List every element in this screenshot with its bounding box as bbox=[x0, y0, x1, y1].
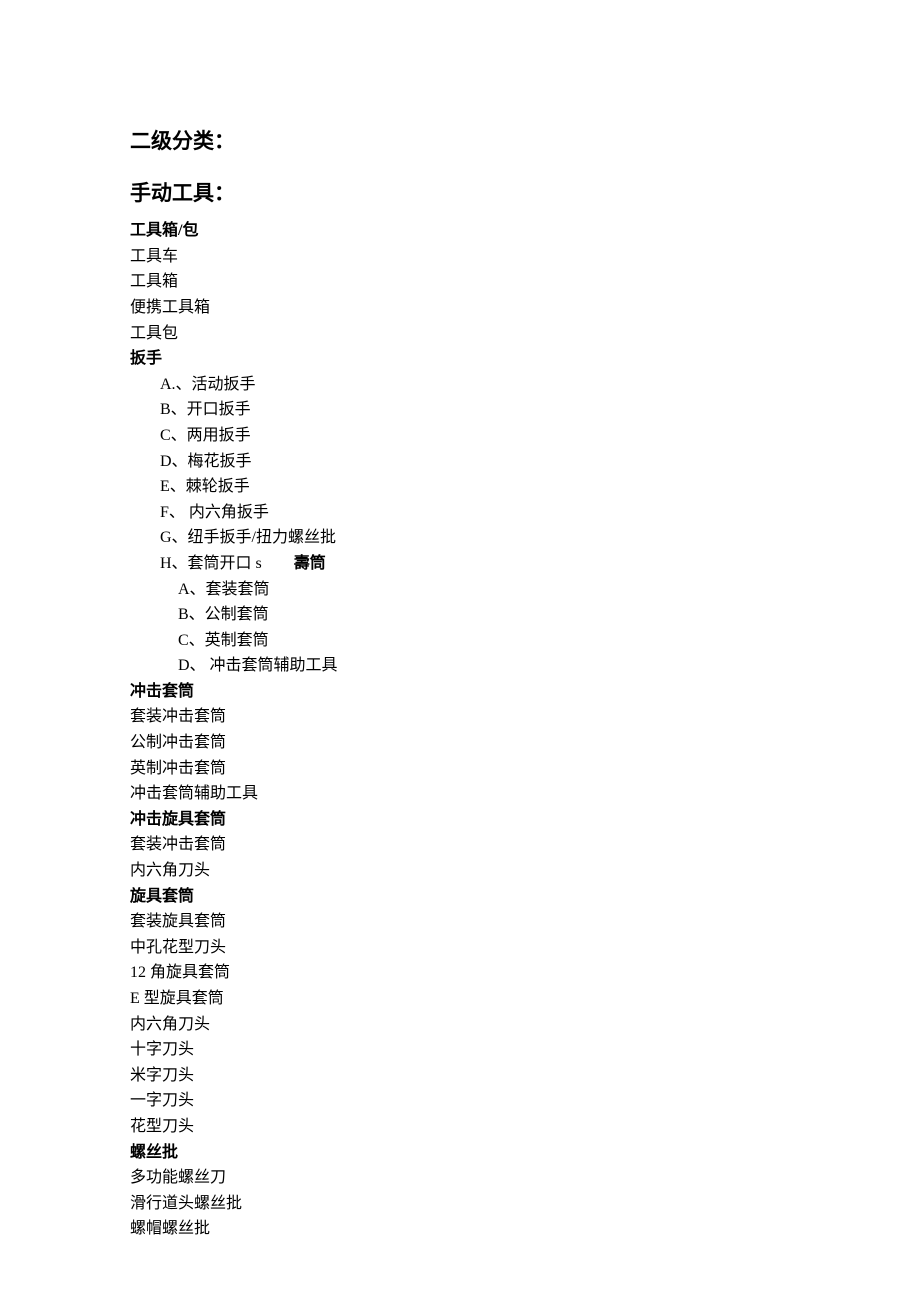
list-item: 中孔花型刀头 bbox=[130, 935, 790, 961]
list-item: 一字刀头 bbox=[130, 1088, 790, 1114]
list-item: 螺帽螺丝批 bbox=[130, 1216, 790, 1242]
list-item: 套装旋具套筒 bbox=[130, 909, 790, 935]
category-impact-spin-socket-label: 冲击旋具套筒 bbox=[130, 807, 790, 833]
list-item: E 型旋具套筒 bbox=[130, 986, 790, 1012]
heading-level-1: 二级分类： bbox=[130, 125, 790, 159]
list-item: 12 角旋具套筒 bbox=[130, 960, 790, 986]
list-item: 内六角刀头 bbox=[130, 1012, 790, 1038]
list-item: 花型刀头 bbox=[130, 1114, 790, 1140]
list-item: 多功能螺丝刀 bbox=[130, 1165, 790, 1191]
document-page: 二级分类： 手动工具： 工具箱/包 工具车 工具箱 便携工具箱 工具包 扳手 A… bbox=[0, 0, 920, 1302]
list-item: 工具包 bbox=[130, 321, 790, 347]
wrench-h-prefix: H、套筒开口 s bbox=[160, 555, 262, 572]
list-item: G、纽手扳手/扭力螺丝批 bbox=[130, 525, 790, 551]
list-item: D、梅花扳手 bbox=[130, 449, 790, 475]
list-item: 工具箱 bbox=[130, 269, 790, 295]
list-item-h: H、套筒开口 s 壽筒 bbox=[130, 551, 790, 577]
list-item: 十字刀头 bbox=[130, 1037, 790, 1063]
list-item: A.、活动扳手 bbox=[130, 372, 790, 398]
category-wrench-label: 扳手 bbox=[130, 346, 790, 372]
list-item: 英制冲击套筒 bbox=[130, 756, 790, 782]
list-item: C、两用扳手 bbox=[130, 423, 790, 449]
list-item: E、棘轮扳手 bbox=[130, 474, 790, 500]
list-item: D、 冲击套筒辅助工具 bbox=[130, 653, 790, 679]
list-item: 公制冲击套筒 bbox=[130, 730, 790, 756]
list-item: 套装冲击套筒 bbox=[130, 832, 790, 858]
list-item: 工具车 bbox=[130, 244, 790, 270]
category-screwdriver-label: 螺丝批 bbox=[130, 1140, 790, 1166]
list-item: 米字刀头 bbox=[130, 1063, 790, 1089]
heading-level-2: 手动工具： bbox=[130, 177, 790, 211]
list-item: 套装冲击套筒 bbox=[130, 704, 790, 730]
list-item: C、英制套筒 bbox=[130, 628, 790, 654]
list-item: 内六角刀头 bbox=[130, 858, 790, 884]
list-item: F、 内六角扳手 bbox=[130, 500, 790, 526]
list-item: 滑行道头螺丝批 bbox=[130, 1191, 790, 1217]
category-toolbox-label: 工具箱/包 bbox=[130, 218, 790, 244]
list-item: B、公制套筒 bbox=[130, 602, 790, 628]
list-item: 冲击套筒辅助工具 bbox=[130, 781, 790, 807]
list-item: B、开口扳手 bbox=[130, 397, 790, 423]
list-item: A、套装套筒 bbox=[130, 577, 790, 603]
category-impact-socket-label: 冲击套筒 bbox=[130, 679, 790, 705]
wrench-h-bold: 壽筒 bbox=[294, 555, 326, 572]
list-item: 便携工具箱 bbox=[130, 295, 790, 321]
category-spin-socket-label: 旋具套筒 bbox=[130, 884, 790, 910]
